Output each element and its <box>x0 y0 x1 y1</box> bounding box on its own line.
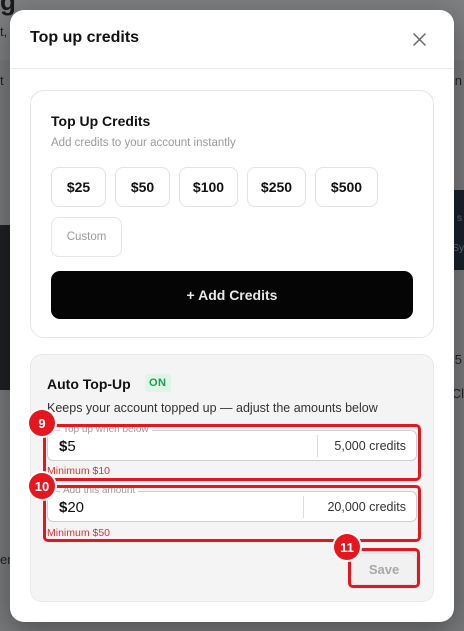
amount-option-25[interactable]: $25 <box>51 167 106 207</box>
field-divider <box>303 496 304 518</box>
amount-hint: Minimum $50 <box>47 527 111 539</box>
top-up-card-subtitle: Add credits to your account instantly <box>51 137 236 149</box>
field-divider <box>317 435 318 457</box>
close-icon <box>412 32 426 46</box>
auto-top-up-title: Auto Top-Up <box>47 376 131 392</box>
add-credits-button[interactable]: + Add Credits <box>51 271 413 319</box>
amount-options: $25 $50 $100 $250 $500 <box>51 167 378 207</box>
amount-field-label: Add this amount <box>60 485 139 497</box>
auto-top-up-description: Keeps your account topped up — adjust th… <box>47 401 378 415</box>
annotation-marker-10: 10 <box>29 473 55 499</box>
amount-value: 20 <box>67 499 85 516</box>
dialog-header: Top up credits <box>10 10 454 69</box>
top-up-card-title: Top Up Credits <box>51 113 151 129</box>
top-up-dialog: Top up credits Top Up Credits Add credit… <box>10 10 454 622</box>
dialog-title: Top up credits <box>30 29 140 46</box>
amount-option-100[interactable]: $100 <box>179 167 238 207</box>
threshold-credits: 5,000 credits <box>334 439 406 453</box>
threshold-field[interactable]: Top up when below $5 5,000 credits <box>47 424 417 461</box>
auto-top-up-panel: Auto Top-Up ON Keeps your account topped… <box>30 354 434 602</box>
threshold-field-label: Top up when below <box>60 424 152 436</box>
amount-field[interactable]: Add this amount $20 20,000 credits <box>47 485 417 522</box>
amount-input[interactable]: $20 <box>59 499 84 516</box>
status-badge[interactable]: ON <box>145 374 171 392</box>
amount-option-50[interactable]: $50 <box>115 167 170 207</box>
threshold-value: 5 <box>67 438 76 455</box>
amount-credits: 20,000 credits <box>327 500 406 514</box>
annotation-marker-9: 9 <box>29 410 55 436</box>
amount-option-250[interactable]: $250 <box>247 167 306 207</box>
threshold-input[interactable]: $5 <box>59 438 76 455</box>
amount-option-500[interactable]: $500 <box>315 167 378 207</box>
close-button[interactable] <box>408 28 430 50</box>
save-button[interactable]: Save <box>351 553 417 585</box>
threshold-hint: Minimum $10 <box>47 465 111 477</box>
top-up-card: Top Up Credits Add credits to your accou… <box>30 90 434 338</box>
annotation-marker-11: 11 <box>334 534 360 560</box>
custom-amount-input[interactable]: Custom <box>51 217 122 257</box>
